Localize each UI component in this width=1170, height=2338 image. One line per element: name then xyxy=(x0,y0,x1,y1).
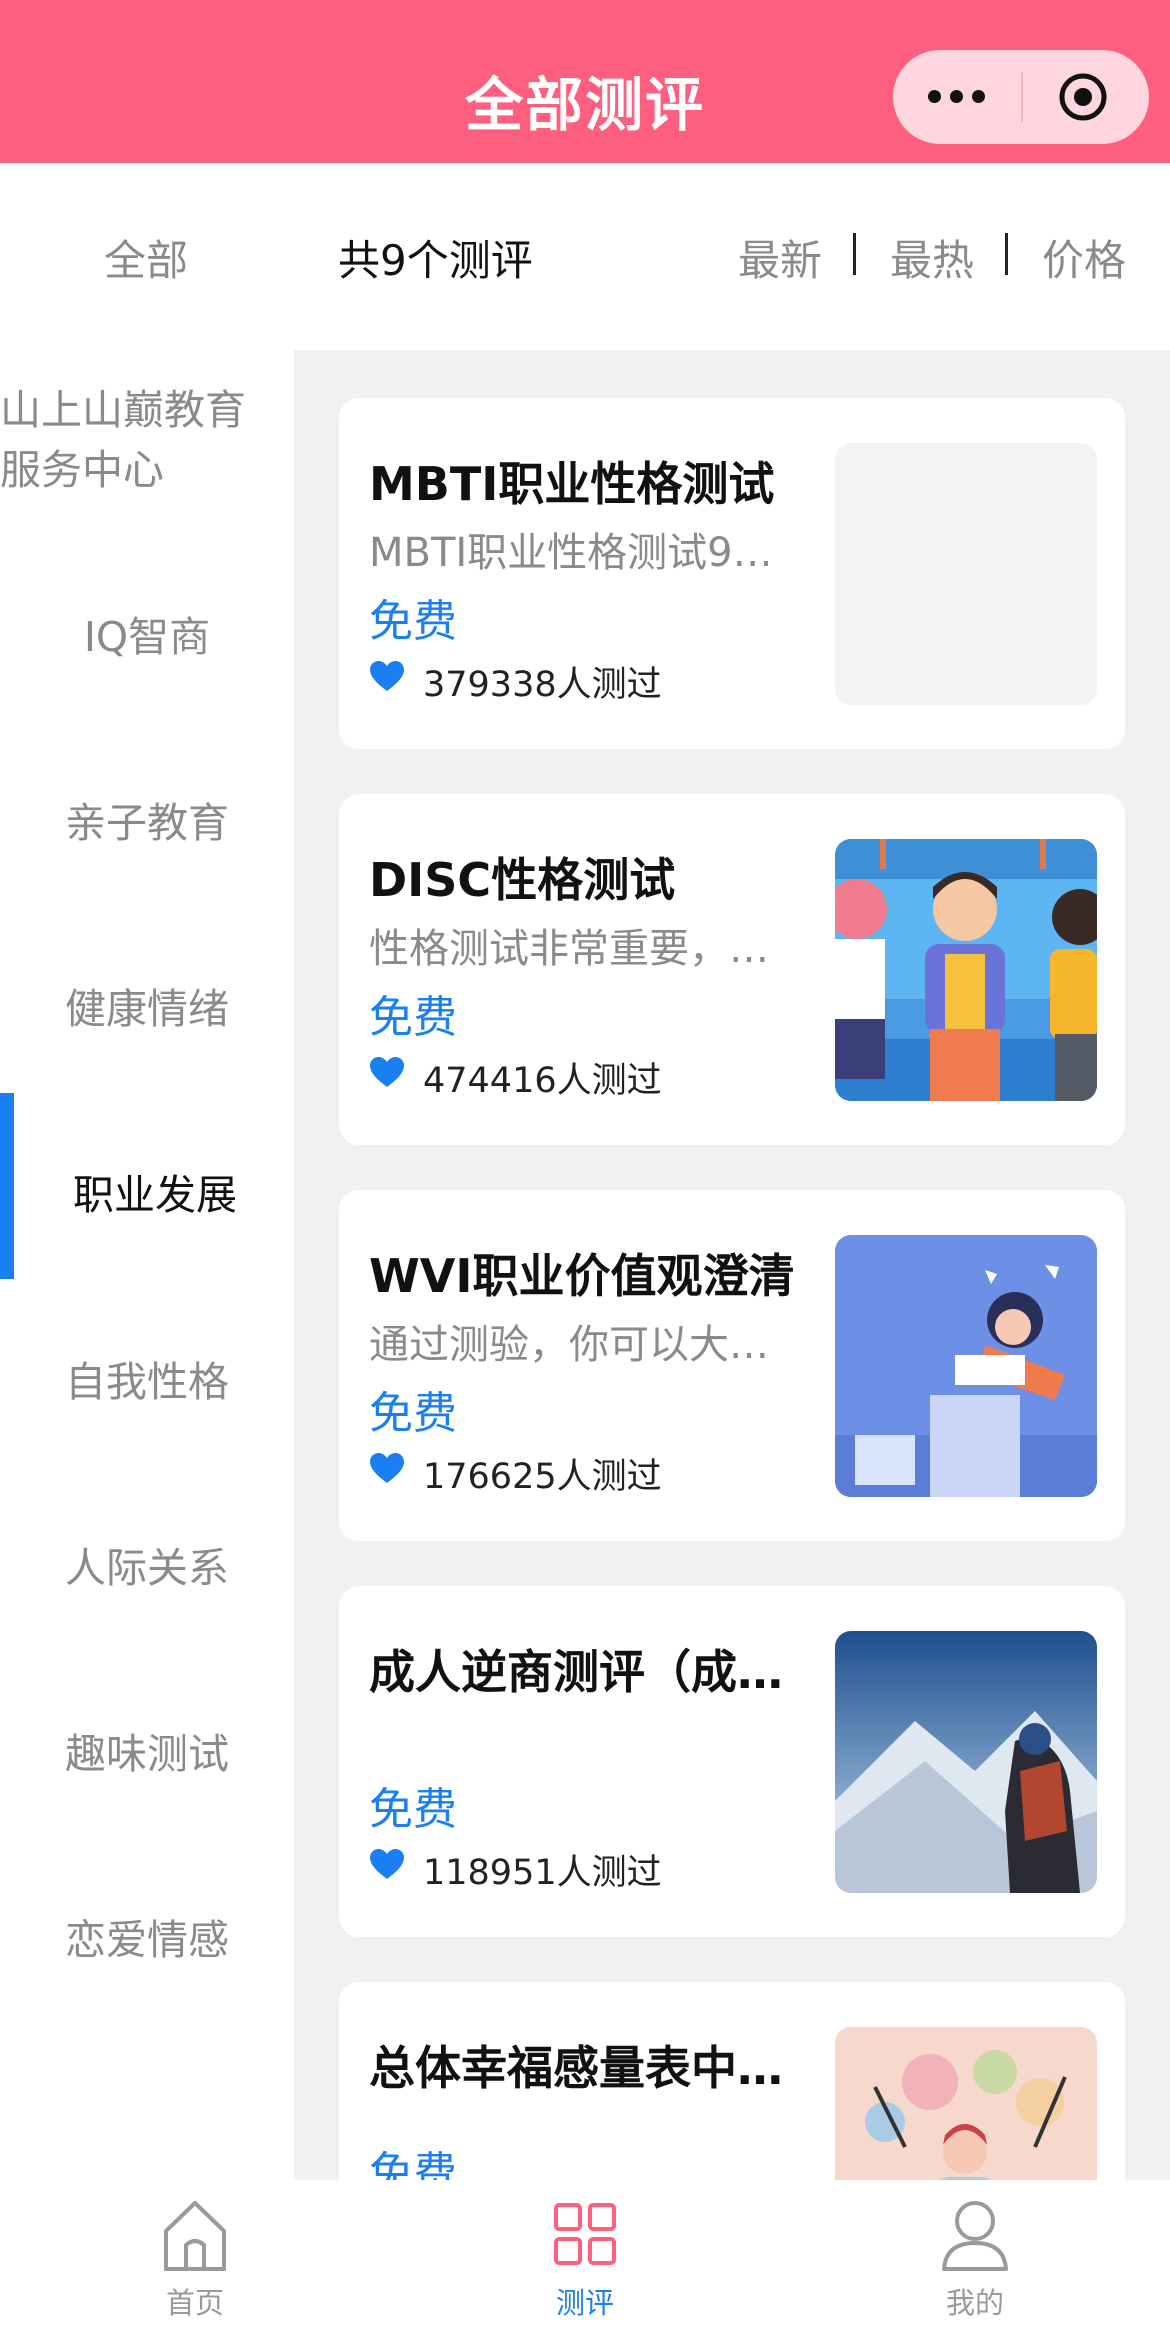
card-price: 免费 xyxy=(369,992,457,1043)
heart-icon xyxy=(370,1453,404,1483)
sidebar-item-love[interactable]: 恋爱情感 xyxy=(0,1906,294,1966)
card-thumbnail xyxy=(835,1631,1097,1893)
card-desc: 性格测试非常重要，… xyxy=(369,926,769,972)
card-desc: MBTI职业性格测试93题 xyxy=(369,530,789,576)
card-title: MBTI职业性格测试 xyxy=(369,457,775,511)
card-desc: 通过测验，你可以大致了解 xyxy=(369,1322,789,1368)
card-thumbnail xyxy=(835,2027,1097,2180)
card-title: WVI职业价值观澄清 xyxy=(369,1249,795,1303)
heart-icon xyxy=(370,1057,404,1087)
category-sidebar: 山上山巅教育服务中心 IQ智商 亲子教育 健康情绪 职业发展 自我性格 人际关系… xyxy=(0,350,294,2180)
assessment-card[interactable]: WVI职业价值观澄清 通过测验，你可以大致了解 免费 176625人测过 xyxy=(339,1190,1125,1541)
home-icon xyxy=(164,2201,226,2271)
card-count: 474416人测过 xyxy=(423,1061,662,1101)
tab-home[interactable]: 首页 xyxy=(95,2180,295,2338)
filter-all[interactable]: 全部 xyxy=(104,227,188,288)
user-icon xyxy=(942,2201,1008,2271)
tab-label: 我的 xyxy=(945,2286,1004,2320)
more-dots-icon[interactable] xyxy=(928,88,988,106)
card-thumbnail xyxy=(835,443,1097,705)
bottom-tab-bar: 首页 测评 我的 xyxy=(0,2180,1170,2338)
tab-label: 首页 xyxy=(165,2286,224,2320)
sidebar-item-iq[interactable]: IQ智商 xyxy=(0,603,294,663)
sidebar-item-relationships[interactable]: 人际关系 xyxy=(0,1534,294,1594)
assessment-card[interactable]: 总体幸福感量表中文版 免费 xyxy=(339,1982,1125,2180)
target-close-icon[interactable] xyxy=(1058,72,1108,122)
nav-header: 全部测评 xyxy=(0,0,1170,163)
tab-assessment[interactable]: 测评 xyxy=(485,2180,685,2338)
sidebar-item-personality[interactable]: 自我性格 xyxy=(0,1348,294,1408)
grid-icon xyxy=(554,2203,616,2265)
card-title: DISC性格测试 xyxy=(369,853,676,907)
card-price: 免费 xyxy=(369,1784,457,1835)
tab-mine[interactable]: 我的 xyxy=(875,2180,1075,2338)
assessment-card[interactable]: DISC性格测试 性格测试非常重要，… 免费 474416人测过 xyxy=(339,794,1125,1145)
assessment-card[interactable]: MBTI职业性格测试 MBTI职业性格测试93题 免费 379338人测过 xyxy=(339,398,1125,749)
sidebar-item-health[interactable]: 健康情绪 xyxy=(0,975,294,1035)
card-count: 379338人测过 xyxy=(423,665,662,705)
card-thumbnail xyxy=(835,1235,1097,1497)
sidebar-item-org[interactable]: 山上山巅教育服务中心 xyxy=(0,380,280,500)
filter-bar: 全部 共9个测评 最新 最热 价格 xyxy=(0,163,1170,350)
result-count: 共9个测评 xyxy=(338,236,533,285)
capsule-divider xyxy=(1021,72,1023,122)
sidebar-item-career[interactable]: 职业发展 xyxy=(8,1161,302,1221)
card-count: 118951人测过 xyxy=(423,1853,662,1893)
card-thumbnail xyxy=(835,839,1097,1101)
card-title: 总体幸福感量表中文版 xyxy=(369,2041,809,2095)
card-price: 免费 xyxy=(369,2148,457,2180)
assessment-card[interactable]: 成人逆商测评（成人版） 免费 118951人测过 xyxy=(339,1586,1125,1937)
sort-divider xyxy=(853,233,856,275)
assessment-list: MBTI职业性格测试 MBTI职业性格测试93题 免费 379338人测过 DI… xyxy=(294,350,1170,2180)
card-count: 176625人测过 xyxy=(423,1457,662,1497)
card-title: 成人逆商测评（成人版） xyxy=(369,1645,809,1699)
sidebar-item-parenting[interactable]: 亲子教育 xyxy=(0,789,294,849)
card-price: 免费 xyxy=(369,596,457,647)
miniprogram-capsule xyxy=(893,50,1149,144)
heart-icon xyxy=(370,661,404,691)
sort-price[interactable]: 价格 xyxy=(1042,227,1126,288)
sort-hottest[interactable]: 最热 xyxy=(890,227,974,288)
sort-newest[interactable]: 最新 xyxy=(738,227,822,288)
sort-divider xyxy=(1005,233,1008,275)
card-price: 免费 xyxy=(369,1388,457,1439)
sidebar-item-fun[interactable]: 趣味测试 xyxy=(0,1720,294,1780)
heart-icon xyxy=(370,1849,404,1879)
tab-label: 测评 xyxy=(555,2286,614,2320)
